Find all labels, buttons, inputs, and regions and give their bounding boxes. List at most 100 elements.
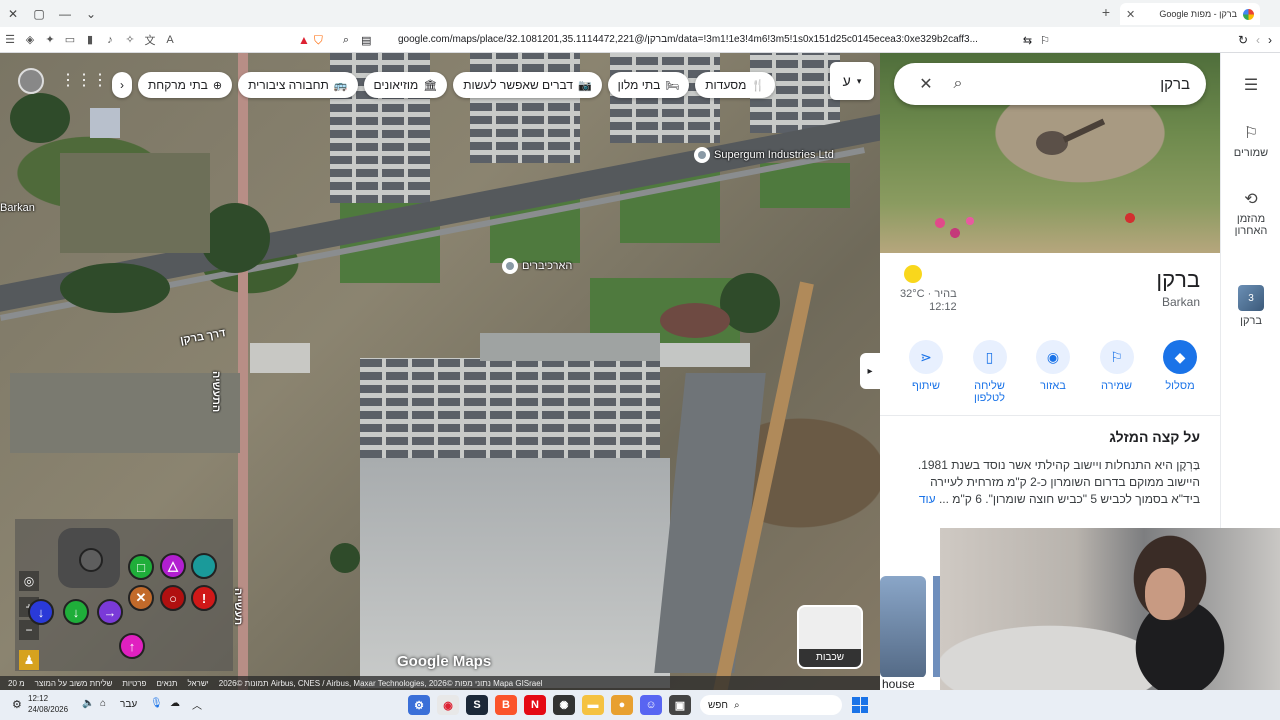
layers-button[interactable]: שכבות	[797, 605, 863, 669]
mic-icon[interactable]: 🎙	[150, 698, 163, 709]
place-actions: ◆ מסלול ⚐ שמירה ◉ באזור ▯ שליחה לטלפון ⋖…	[898, 340, 1208, 404]
clock[interactable]: 12:12 24/08/2026	[28, 693, 68, 715]
steam-icon[interactable]: S	[466, 695, 488, 715]
bookmark-page-icon[interactable]: ⚐	[1040, 34, 1050, 47]
reader-mode-icon[interactable]: ⇆	[1023, 34, 1032, 47]
chrome-icon[interactable]: ◉	[437, 695, 459, 715]
language-indicator[interactable]: עבר	[120, 699, 137, 710]
pad-triangle-button[interactable]: △	[160, 553, 186, 579]
translate-alt-icon[interactable]: A	[160, 27, 180, 53]
chip-restaurants[interactable]: 🍴 מסעדות	[695, 72, 776, 98]
close-window-icon[interactable]: ✕	[0, 0, 26, 27]
pegman-icon[interactable]: ♟	[19, 650, 39, 670]
rail-saved[interactable]: ⚐ שמורים	[1221, 123, 1280, 159]
nearby-button[interactable]: ◉ באזור	[1025, 340, 1081, 404]
poi-supergum[interactable]: Supergum Industries Ltd	[694, 147, 834, 163]
brave-shield-icon[interactable]: ⛉	[314, 33, 323, 48]
share-button[interactable]: ⋖ שיתוף	[898, 340, 954, 404]
discord-icon[interactable]: ☺	[640, 695, 662, 715]
app-icon[interactable]: ●	[611, 695, 633, 715]
chatgpt-icon[interactable]: ✺	[553, 695, 575, 715]
address-bar-row: ☰ ◈ ✦ ▭ ▮ ♪ ✧ 文 A ▲ ⛉ ⌕ ▤ google.com/map…	[0, 27, 1280, 53]
pad-cross-button[interactable]: ✕	[128, 585, 154, 611]
directions-button[interactable]: ◆ מסלול	[1152, 340, 1208, 404]
save-button[interactable]: ⚐ שמירה	[1089, 340, 1145, 404]
pad-down-button[interactable]: ↓	[63, 599, 89, 625]
search-input[interactable]: ברקן	[974, 76, 1190, 93]
photo-thumbnail[interactable]	[880, 576, 926, 678]
settings-app-icon[interactable]: ⚙	[408, 695, 430, 715]
taskbar-search-input[interactable]: חפש	[708, 700, 728, 711]
search-box[interactable]: ברקן ⌕ ✕	[894, 63, 1206, 105]
pad-circle-button[interactable]: ○	[160, 585, 186, 611]
chip-things-to-do[interactable]: 📷 דברים שאפשר לעשות	[453, 72, 602, 98]
pad-square-button[interactable]: □	[128, 554, 154, 580]
windows-start-icon[interactable]	[852, 697, 868, 713]
apps-grid-icon[interactable]: ⋮⋮⋮	[60, 70, 108, 90]
chip-museums[interactable]: 🏛 מוזיאונים	[363, 72, 448, 98]
translate-icon[interactable]: 文	[140, 27, 160, 53]
close-icon[interactable]: ✕	[910, 74, 942, 94]
rail-recent[interactable]: ⟲ מהזמן האחרון	[1221, 189, 1280, 237]
tab-list-icon[interactable]: ⌄	[78, 0, 104, 27]
minimize-window-icon[interactable]: —	[52, 0, 78, 27]
site-info-icon[interactable]: ▤	[361, 34, 371, 47]
url-field[interactable]: google.com/maps/place/ברקן/@32.1081201,3…	[398, 34, 988, 45]
pad-alert-button[interactable]: !	[191, 585, 217, 611]
send-to-phone-button[interactable]: ▯ שליחה לטלפון	[962, 340, 1018, 404]
chips-scroll-button[interactable]: ‹	[112, 72, 132, 98]
pad-right-button[interactable]: →	[97, 599, 123, 625]
feedback-link[interactable]: שליחת משוב על המוצר	[35, 679, 113, 688]
webcam-person	[1145, 568, 1185, 620]
taskbar-search[interactable]: ⌕ חפש	[700, 695, 842, 715]
chip-pharmacies[interactable]: ⊕ בתי מרקחת	[138, 72, 233, 98]
collapse-panel-button[interactable]: ▸	[860, 353, 880, 389]
terminal-icon[interactable]: ▣	[669, 695, 691, 715]
menu-icon[interactable]: ☰	[0, 27, 20, 53]
restore-window-icon[interactable]: ▢	[26, 0, 52, 27]
extension-icon[interactable]: ✦	[40, 27, 60, 53]
netflix-icon[interactable]: N	[524, 695, 546, 715]
pad-down-left-button[interactable]: ↓	[28, 599, 54, 625]
chip-transit[interactable]: 🚌 תחבורה ציבורית	[238, 72, 358, 98]
account-avatar[interactable]	[18, 68, 44, 94]
privacy-link[interactable]: פרטיות	[122, 679, 146, 688]
pinned-apps: ⚙ ◉ S B N ✺ ▬ ● ☺ ▣	[408, 695, 691, 715]
reload-icon[interactable]: ↻	[1238, 33, 1248, 47]
forward-icon[interactable]: ›	[1268, 33, 1272, 47]
new-tab-button[interactable]: +	[1102, 4, 1110, 20]
about-text: בַּרְקָן היא התנחלות ויישוב קהילתי אשר נ…	[900, 457, 1200, 508]
rail-recent-place[interactable]: 3 ברקן	[1221, 285, 1280, 327]
browser-tab-bar: ✕ ▢ — ⌄ + ברקן - מפות Google ✕	[0, 0, 1280, 27]
chip-hotels[interactable]: 🛏 בתי מלון	[607, 72, 690, 98]
sidebar-icon[interactable]: ▮	[80, 27, 100, 53]
map-mode-toggle[interactable]: ע ▾	[830, 62, 874, 100]
browser-tab[interactable]: ברקן - מפות Google ✕	[1120, 3, 1260, 25]
virtual-joystick[interactable]	[58, 528, 120, 588]
shield-icon[interactable]: ◈	[20, 27, 40, 53]
poi-archivers[interactable]: הארכיברים	[502, 258, 572, 274]
back-icon[interactable]: ‹	[1256, 33, 1260, 47]
brave-icon[interactable]: B	[495, 695, 517, 715]
settings-icon[interactable]: ⚙	[12, 698, 22, 711]
close-tab-icon[interactable]: ✕	[1126, 8, 1135, 21]
puzzle-icon[interactable]: ✧	[120, 27, 140, 53]
pad-teal-button[interactable]	[191, 553, 217, 579]
more-link[interactable]: עוד	[919, 492, 936, 506]
pad-up-button[interactable]: ↑	[119, 633, 145, 659]
terms-link[interactable]: תנאים	[156, 679, 177, 688]
locate-icon[interactable]: ◎	[19, 571, 39, 591]
rail-menu[interactable]: ☰	[1221, 75, 1280, 95]
file-explorer-icon[interactable]: ▬	[582, 695, 604, 715]
cloud-icon[interactable]: ☁	[170, 698, 180, 709]
chevron-up-icon[interactable]: ︿	[192, 697, 202, 712]
search-icon[interactable]: ⌕	[942, 75, 974, 93]
wallet-icon[interactable]: ▭	[60, 27, 80, 53]
network-icon[interactable]: ⌂	[100, 698, 106, 709]
volume-icon[interactable]: 🔈	[82, 698, 94, 709]
search-icon[interactable]: ⌕	[343, 34, 349, 47]
tree	[60, 263, 170, 313]
music-icon[interactable]: ♪	[100, 27, 120, 53]
country-link[interactable]: ישראל	[187, 679, 208, 688]
brave-rewards-icon[interactable]: ▲	[298, 33, 310, 47]
